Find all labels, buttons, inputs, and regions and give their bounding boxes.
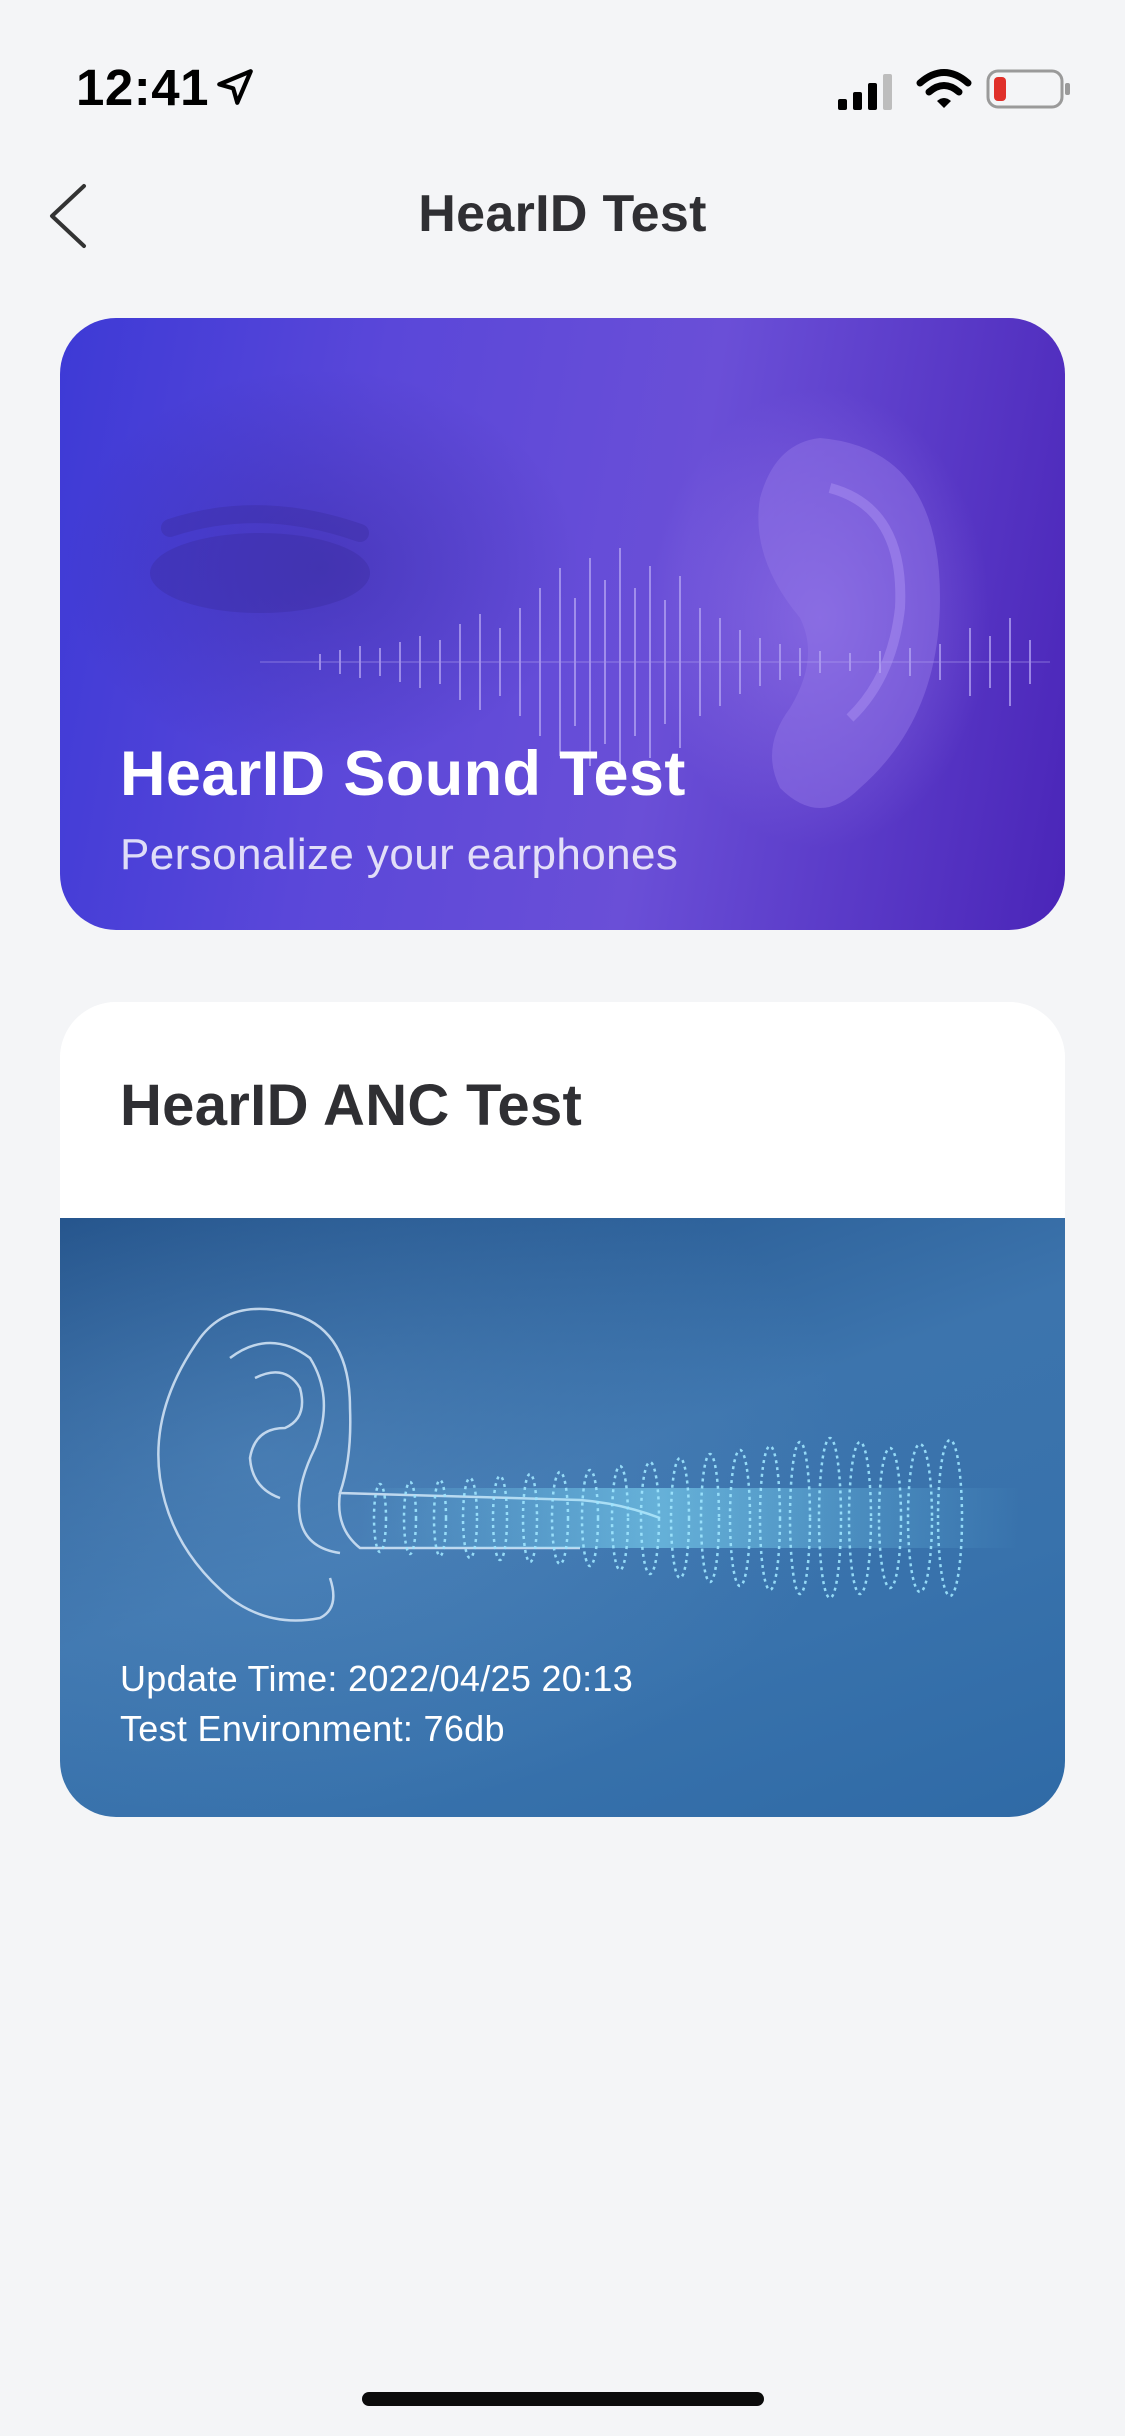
anc-update-time: Update Time: 2022/04/25 20:13 (120, 1658, 634, 1699)
home-indicator[interactable] (362, 2392, 764, 2406)
anc-test-environment: Test Environment: 76db (120, 1708, 505, 1749)
location-arrow-icon (217, 69, 253, 105)
cellular-signal-icon (838, 74, 892, 110)
sound-test-title: HearID Sound Test (120, 739, 686, 809)
status-bar: 12:41 (0, 0, 1125, 180)
status-time: 12:41 (76, 59, 209, 116)
nav-bar: HearID Test (0, 160, 1125, 270)
battery-low-icon (986, 69, 1070, 109)
anc-test-card[interactable]: HearID ANC Test Update Time: 2022/04/25 … (60, 1002, 1065, 1817)
sound-test-subtitle: Personalize your earphones (120, 830, 679, 879)
anc-test-title: HearID ANC Test (120, 1073, 583, 1138)
anc-test-header: HearID ANC Test (60, 1002, 1065, 1218)
page-title: HearID Test (418, 185, 707, 243)
wifi-icon (916, 69, 972, 108)
anc-test-illustration: Update Time: 2022/04/25 20:13 Test Envir… (60, 1218, 1065, 1817)
sound-test-card[interactable]: HearID Sound Test Personalize your earph… (60, 318, 1065, 930)
